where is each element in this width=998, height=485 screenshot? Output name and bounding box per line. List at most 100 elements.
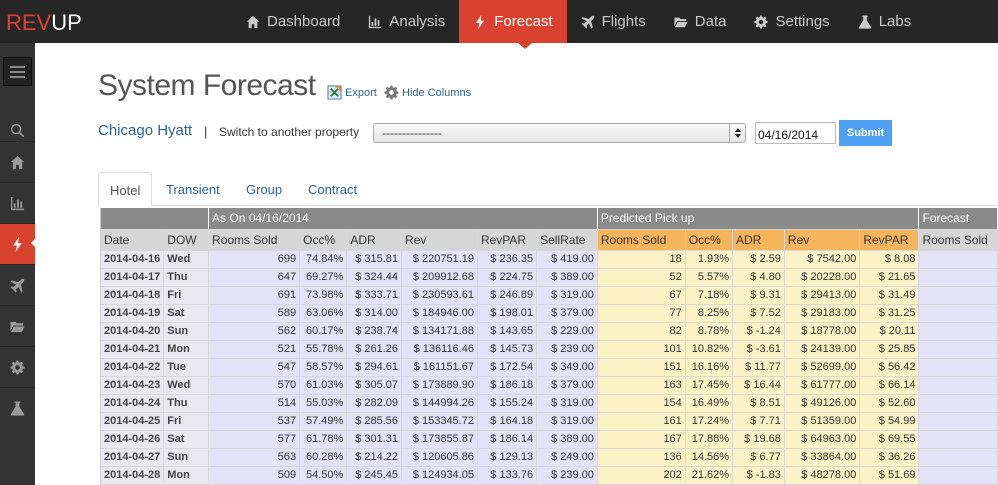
table-cell: 562: [208, 322, 301, 341]
table-cell: 691: [208, 286, 301, 305]
table-cell: 2014-04-18: [101, 286, 165, 305]
col-header-pickup-adr[interactable]: ADR: [732, 229, 785, 251]
tab-contract[interactable]: Contract: [308, 172, 357, 206]
table-row[interactable]: 2014-04-26 Sat 577 61.78% $ 301.31 $ 173855.8…: [101, 430, 998, 449]
table-row[interactable]: 2014-04-24 Thu 514 55.03% $ 282.09 $ 144994.2…: [101, 394, 998, 413]
bolt-icon: [13, 236, 22, 252]
table-cell: 7.18%: [685, 286, 734, 305]
table-cell: $ 294.61: [346, 358, 403, 377]
sidebar-data[interactable]: [0, 305, 35, 346]
table-row[interactable]: 2014-04-28 Mon 509 54.50% $ 245.45 $ 124934.0…: [101, 466, 998, 485]
sidebar-dashboard[interactable]: [0, 141, 35, 182]
table-cell: 2014-04-24: [101, 394, 165, 413]
col-header-pickup-revpar[interactable]: RevPAR: [859, 229, 920, 251]
table-cell: 2014-04-20: [101, 322, 165, 341]
switch-property-label: Switch to another property: [219, 125, 360, 139]
table-row[interactable]: 2014-04-19 Sat 589 63.06% $ 314.00 $ 184946.0…: [101, 304, 998, 323]
col-header-sellrate[interactable]: SellRate: [536, 229, 598, 251]
col-header-rooms-sold[interactable]: Rooms Sold: [208, 229, 301, 251]
col-header-date[interactable]: Date: [101, 229, 165, 251]
table-cell: $ 36.26: [859, 448, 920, 467]
nav-forecast[interactable]: Forecast: [459, 0, 567, 43]
table-row[interactable]: 2014-04-23 Wed 570 61.03% $ 305.07 $ 173889.9…: [101, 376, 998, 395]
table-cell: 74.84%: [299, 250, 348, 269]
table-cell: $ 155.24: [477, 394, 538, 413]
sidebar-analysis[interactable]: [0, 182, 35, 223]
folder-icon: [10, 321, 25, 332]
table-row[interactable]: 2014-04-18 Fri 691 73.98% $ 333.71 $ 230593.6…: [101, 286, 998, 305]
table-cell: 2014-04-27: [101, 448, 165, 467]
table-cell: 163: [597, 376, 686, 395]
nav-flights[interactable]: Flights: [567, 0, 660, 43]
table-cell: $ 379.00: [536, 304, 598, 323]
export-link[interactable]: Export: [327, 85, 377, 100]
hide-columns-link[interactable]: Hide Columns: [384, 85, 471, 100]
table-cell: $ 9.31: [732, 286, 785, 305]
table-cell: 73.98%: [299, 286, 348, 305]
table-cell: 167: [597, 430, 686, 449]
forecast-cell: [918, 394, 998, 413]
revup-logo[interactable]: REVUP: [6, 10, 82, 36]
sidebar-flights[interactable]: [0, 264, 35, 305]
col-header-dow[interactable]: DOW: [163, 229, 210, 251]
col-header-adr[interactable]: ADR: [346, 229, 403, 251]
col-header-forecast-rooms-sold[interactable]: Rooms Sold: [918, 229, 998, 251]
table-cell: Mon: [163, 340, 210, 359]
sidebar-settings[interactable]: [0, 346, 35, 387]
group-header-pickup: Predicted Pick up: [597, 208, 920, 230]
nav-dashboard[interactable]: Dashboard: [232, 0, 354, 43]
table-cell: Wed: [163, 376, 210, 395]
col-header-pickup-rooms-sold[interactable]: Rooms Sold: [597, 229, 686, 251]
table-row[interactable]: 2014-04-22 Tue 547 58.57% $ 294.61 $ 161151.6…: [101, 358, 998, 377]
table-cell: $ 245.45: [346, 466, 403, 485]
tab-hotel[interactable]: Hotel: [98, 172, 153, 207]
table-cell: $ 29413.00: [784, 286, 861, 305]
sidebar-toggle-button[interactable]: [3, 57, 32, 86]
table-cell: $ 145.73: [477, 340, 538, 359]
table-cell: $ 239.00: [536, 466, 598, 485]
col-header-pickup-rev[interactable]: Rev: [784, 229, 861, 251]
table-cell: 2014-04-28: [101, 466, 165, 485]
table-cell: $ 33864.00: [784, 448, 861, 467]
property-select[interactable]: ---------------: [373, 123, 746, 143]
forecast-cell: [918, 448, 998, 467]
table-row[interactable]: 2014-04-25 Fri 537 57.49% $ 285.56 $ 153345.7…: [101, 412, 998, 431]
col-header-pickup-occ[interactable]: Occ%: [685, 229, 734, 251]
table-cell: $ 224.75: [477, 268, 538, 287]
table-cell: $ 236.35: [477, 250, 538, 269]
table-cell: 17.24%: [685, 412, 734, 431]
property-name[interactable]: Chicago Hyatt: [98, 122, 192, 139]
nav-labs[interactable]: Labs: [844, 0, 926, 43]
table-row[interactable]: 2014-04-27 Sun 563 60.28% $ 214.22 $ 120605.8…: [101, 448, 998, 467]
nav-analysis[interactable]: Analysis: [354, 0, 459, 43]
nav-data[interactable]: Data: [660, 0, 741, 43]
table-cell: $ 136116.46: [401, 340, 478, 359]
table-cell: $ 229.00: [536, 322, 598, 341]
col-header-rev[interactable]: Rev: [401, 229, 478, 251]
table-row[interactable]: 2014-04-20 Sun 562 60.17% $ 238.74 $ 134171.8…: [101, 322, 998, 341]
sidebar-forecast[interactable]: [0, 223, 35, 264]
nav-settings[interactable]: Settings: [740, 0, 843, 43]
col-header-revpar[interactable]: RevPAR: [477, 229, 538, 251]
table-cell: $ 18778.00: [784, 322, 861, 341]
table-cell: $ 389.00: [536, 430, 598, 449]
sidebar-labs[interactable]: [0, 387, 35, 428]
submit-button[interactable]: Submit: [839, 120, 892, 146]
table-cell: 21.62%: [685, 466, 734, 485]
date-input[interactable]: [755, 122, 836, 144]
table-cell: $ -1.24: [732, 322, 785, 341]
table-row[interactable]: 2014-04-17 Thu 647 69.27% $ 324.44 $ 209912.6…: [101, 268, 998, 287]
table-cell: Sun: [163, 448, 210, 467]
forecast-cell: [918, 430, 998, 449]
table-cell: $ 186.14: [477, 430, 538, 449]
table-cell: $ 11.77: [732, 358, 785, 377]
flask-icon: [858, 14, 871, 29]
tab-group[interactable]: Group: [246, 172, 282, 206]
table-cell: 2014-04-17: [101, 268, 165, 287]
col-header-occ[interactable]: Occ%: [299, 229, 348, 251]
table-cell: $ 239.00: [536, 340, 598, 359]
table-row[interactable]: 2014-04-21 Mon 521 55.78% $ 261.26 $ 136116.4…: [101, 340, 998, 359]
table-row[interactable]: 2014-04-16 Wed 699 74.84% $ 315.81 $ 220751.1…: [101, 250, 998, 269]
tab-transient[interactable]: Transient: [166, 172, 220, 206]
table-cell: $ 319.00: [536, 412, 598, 431]
